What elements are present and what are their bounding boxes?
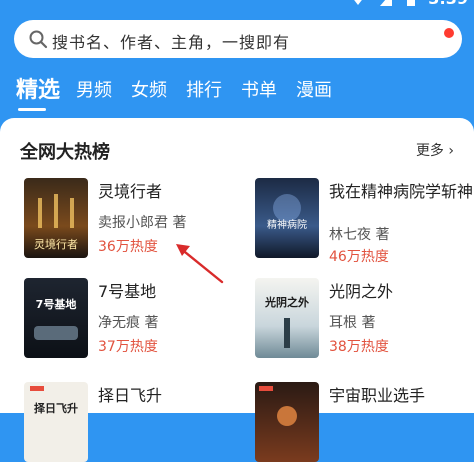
tab-female[interactable]: 女频 bbox=[131, 76, 167, 102]
book-author: 净无痕 著 bbox=[98, 315, 159, 331]
more-link[interactable]: 更多 › bbox=[416, 140, 454, 160]
chevron-right-icon: › bbox=[448, 143, 454, 159]
book-item[interactable]: 宇宙职业选手 bbox=[255, 382, 474, 462]
notification-dot bbox=[444, 28, 454, 38]
search-icon bbox=[29, 30, 48, 49]
search-bar[interactable]: 搜书名、作者、主角，一搜即有 bbox=[14, 20, 462, 58]
book-title: 灵境行者 bbox=[98, 182, 163, 201]
book-cover: 择日飞升 bbox=[24, 382, 88, 462]
book-item[interactable]: 光阴之外 光阴之外 耳根 著 38万热度 bbox=[255, 278, 474, 358]
book-item[interactable]: 7号基地 7号基地 净无痕 著 37万热度 bbox=[24, 278, 244, 358]
clock: 3:39 bbox=[428, 0, 468, 8]
book-heat: 36万热度 bbox=[98, 239, 158, 255]
book-title: 择日飞升 bbox=[98, 386, 163, 405]
book-cover bbox=[255, 382, 319, 462]
tab-comics[interactable]: 漫画 bbox=[296, 76, 332, 102]
book-cover: 精神病院 bbox=[255, 178, 319, 258]
tab-featured[interactable]: 精选 bbox=[16, 72, 60, 104]
book-heat: 37万热度 bbox=[98, 339, 158, 355]
hot-list-card: 全网大热榜 更多 › 灵境行者 灵境行者 卖报小郎君 著 36万热度 精神病院 bbox=[0, 118, 474, 462]
book-author: 耳根 著 bbox=[329, 315, 376, 331]
book-item[interactable]: 择日飞升 择日飞升 bbox=[24, 382, 244, 462]
section-title: 全网大热榜 bbox=[20, 142, 110, 163]
book-heat: 46万热度 bbox=[329, 249, 389, 265]
cover-text: 精神病院 bbox=[267, 218, 307, 231]
cover-text: 灵境行者 bbox=[34, 237, 78, 251]
search-placeholder: 搜书名、作者、主角，一搜即有 bbox=[52, 33, 291, 52]
active-tab-indicator bbox=[18, 108, 46, 111]
book-title: 我在精神病院学斩神 bbox=[329, 182, 474, 201]
wifi-icon bbox=[354, 0, 362, 5]
book-author: 卖报小郎君 著 bbox=[98, 215, 187, 231]
cover-text: 光阴之外 bbox=[264, 295, 309, 309]
cover-text: 7号基地 bbox=[36, 297, 77, 311]
book-item[interactable]: 精神病院 我在精神病院学斩神 林七夜 著 46万热度 bbox=[255, 178, 474, 265]
signal-icon bbox=[380, 0, 393, 6]
book-title: 光阴之外 bbox=[329, 282, 394, 301]
book-cover: 灵境行者 bbox=[24, 178, 88, 258]
book-author: 林七夜 著 bbox=[329, 227, 390, 243]
tab-booklist[interactable]: 书单 bbox=[241, 76, 277, 102]
book-cover: 7号基地 bbox=[24, 278, 88, 358]
app-header: 3:39 搜书名、作者、主角，一搜即有 精选 男频 女频 排行 书单 漫画 bbox=[0, 0, 474, 118]
more-label: 更多 bbox=[415, 143, 444, 159]
book-cover: 光阴之外 bbox=[255, 278, 319, 358]
book-title: 宇宙职业选手 bbox=[329, 386, 426, 405]
tab-male[interactable]: 男频 bbox=[76, 76, 112, 102]
battery-icon bbox=[407, 0, 416, 6]
book-heat: 38万热度 bbox=[329, 339, 389, 355]
tab-ranking[interactable]: 排行 bbox=[186, 76, 222, 102]
annotation-arrow bbox=[176, 244, 224, 284]
status-bar: 3:39 bbox=[341, 0, 474, 8]
category-tabs: 精选 男频 女频 排行 书单 漫画 bbox=[0, 72, 474, 112]
